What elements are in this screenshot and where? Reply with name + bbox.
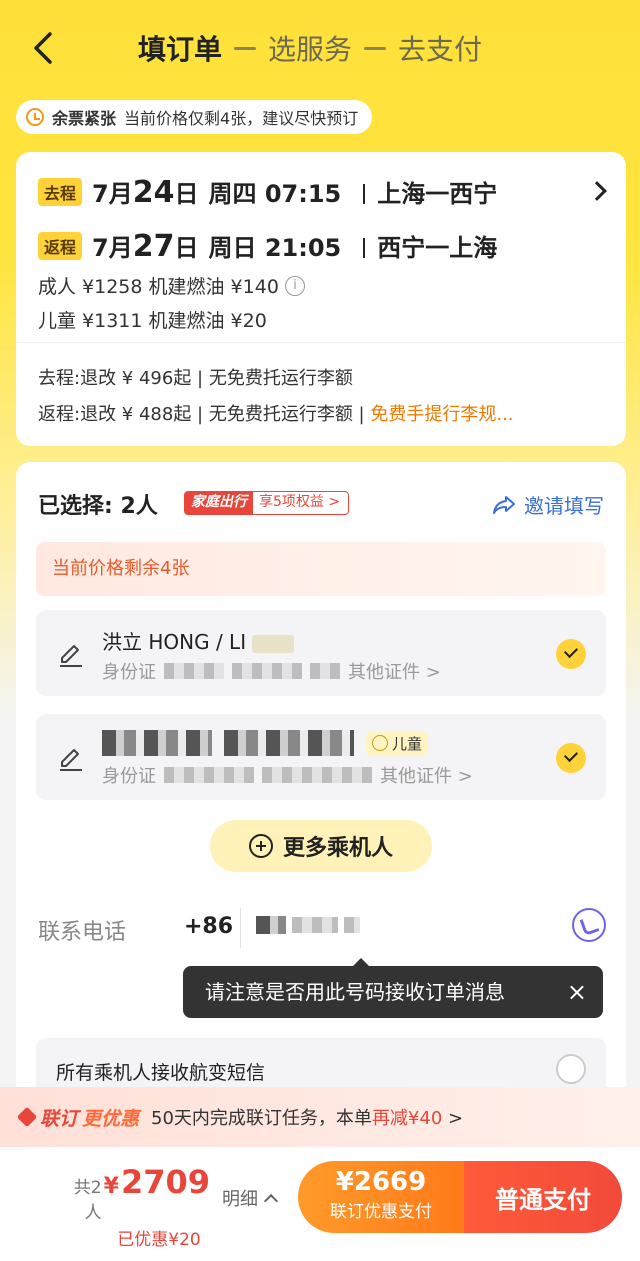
checkbox-checked[interactable] [556, 639, 586, 669]
info-icon[interactable]: i [284, 275, 305, 296]
outbound-route: 上海一西宁 [363, 182, 497, 206]
contact-phone-label: 联系电话 [38, 920, 127, 945]
outbound-policy: 去程:退改 ¥ 496起 | 无免费托运行李额 [38, 368, 353, 389]
masked-name [224, 730, 354, 756]
return-time: 周日 21:05 [208, 234, 342, 262]
chevron-up-icon [263, 1193, 279, 1209]
radio-unchecked[interactable] [556, 1054, 586, 1084]
return-policy: 返程:退改 ¥ 488起 | 无免费托运行李额 | 免费手提行李规... [38, 404, 514, 425]
notice-strong: 余票紧张 [52, 109, 117, 128]
masked-name [102, 730, 212, 756]
return-date: 7月27日 [92, 229, 199, 264]
outbound-tag: 去程 [38, 178, 83, 206]
total-amount: 2709 [120, 1163, 210, 1201]
masked-id [164, 663, 224, 679]
masked-id [262, 767, 372, 783]
masked-id [232, 663, 302, 679]
currency-symbol: ¥ [103, 1174, 119, 1199]
return-route: 西宁一上海 [363, 236, 497, 260]
masked-id [310, 663, 340, 679]
price-detail-toggle[interactable]: 明细 [222, 1185, 279, 1211]
joint-booking-promo[interactable]: 联订 更优惠 50天内完成联订任务，本单再减¥40 > [0, 1087, 640, 1147]
joint-discount-pay-button[interactable]: ¥2669 联订优惠支付 [298, 1161, 464, 1233]
return-row: 返程 7月27日 周日 21:05 西宁一上海 [38, 228, 497, 264]
masked-phone [256, 916, 286, 934]
passenger-id: 身份证 其他证件 > [102, 762, 473, 788]
ticket-scarcity-notice: 余票紧张 当前价格仅剩4张，建议尽快预订 [16, 100, 373, 134]
family-travel-badge[interactable]: 家庭出行 享5项权益 > [184, 491, 350, 515]
divider [240, 908, 241, 948]
close-icon[interactable]: × [567, 966, 587, 1018]
share-icon [493, 495, 515, 514]
phone-notice-tooltip: 请注意是否用此号码接收订单消息 × [183, 958, 603, 1018]
flight-summary-card[interactable]: 去程 7月24日 周四 07:15 上海一西宁 返程 7月27日 周日 21:0… [16, 152, 626, 446]
carry-on-baggage-link[interactable]: 免费手提行李规... [370, 404, 513, 425]
saved-amount: 已优惠¥20 [117, 1230, 201, 1250]
child-badge: 儿童 [366, 731, 429, 755]
passenger-count: 共2人 [73, 1178, 102, 1223]
checkbox-checked[interactable] [556, 743, 586, 773]
promo-text: 50天内完成联订任务，本单再减¥40 > [151, 1108, 464, 1129]
tag-icon [16, 1106, 38, 1128]
passenger-card: 已选择: 2人 家庭出行 享5项权益 > 邀请填写 当前价格剩余4张 洪立 HO… [16, 462, 626, 1122]
edit-pen-icon[interactable] [58, 642, 84, 668]
step-fill-order: 填订单 [138, 33, 223, 66]
masked-phone [344, 917, 360, 933]
more-passengers-button[interactable]: 更多乘机人 [210, 820, 432, 872]
total-price: 共2人 ¥ 2709 已优惠¥20 [64, 1163, 210, 1250]
masked-text [252, 634, 295, 653]
pay-buttons: ¥2669 联订优惠支付 普通支付 [298, 1161, 622, 1233]
phone-book-icon[interactable] [572, 908, 606, 942]
step-separator [364, 46, 387, 50]
passenger-name: 洪立 HONG / LI [102, 626, 295, 655]
outbound-row: 去程 7月24日 周四 07:15 上海一西宁 [38, 174, 497, 210]
child-face-icon [372, 735, 388, 751]
masked-phone [292, 917, 338, 933]
passenger-item[interactable]: 儿童 身份证 其他证件 > [36, 714, 606, 800]
masked-id [164, 767, 254, 783]
child-price: 儿童 ¥1311 机建燃油 ¥20 [38, 310, 267, 332]
other-id-link[interactable]: 其他证件 > [348, 658, 441, 684]
invite-fill-button[interactable]: 邀请填写 [492, 490, 604, 519]
back-arrow-icon[interactable] [28, 30, 58, 66]
progress-steps: 填订单 选服务 去支付 [138, 28, 482, 68]
notice-text: 当前价格仅剩4张，建议尽快预订 [124, 109, 359, 128]
normal-pay-button[interactable]: 普通支付 [464, 1161, 622, 1233]
passenger-name: 儿童 [102, 730, 429, 756]
clock-icon [26, 108, 44, 126]
outbound-date: 7月24日 [92, 175, 199, 210]
chevron-right-icon[interactable] [587, 181, 607, 201]
selected-count: 已选择: 2人 [38, 494, 158, 519]
passenger-id: 身份证 其他证件 > [102, 658, 441, 684]
return-tag: 返程 [38, 232, 83, 260]
step-select-service: 选服务 [268, 33, 353, 66]
country-code[interactable]: +86 [184, 914, 233, 939]
other-id-link[interactable]: 其他证件 > [380, 762, 473, 788]
outbound-time: 周四 07:15 [208, 180, 342, 208]
header: 填订单 选服务 去支付 [0, 0, 640, 96]
divider [16, 342, 626, 343]
price-remaining-warning: 当前价格剩余4张 [36, 542, 606, 596]
bottom-pay-bar: 共2人 ¥ 2709 已优惠¥20 明细 ¥2669 联订优惠支付 普通支付 [0, 1147, 640, 1261]
edit-pen-icon[interactable] [58, 746, 84, 772]
step-pay: 去支付 [398, 33, 483, 66]
plus-circle-icon [248, 834, 273, 858]
joint-booking-logo: 联订 更优惠 [16, 1104, 139, 1131]
adult-price: 成人 ¥1258 机建燃油 ¥140 i [38, 272, 305, 299]
phone-input[interactable] [256, 916, 360, 934]
step-separator [234, 46, 257, 50]
passenger-item[interactable]: 洪立 HONG / LI 身份证 其他证件 > [36, 610, 606, 696]
